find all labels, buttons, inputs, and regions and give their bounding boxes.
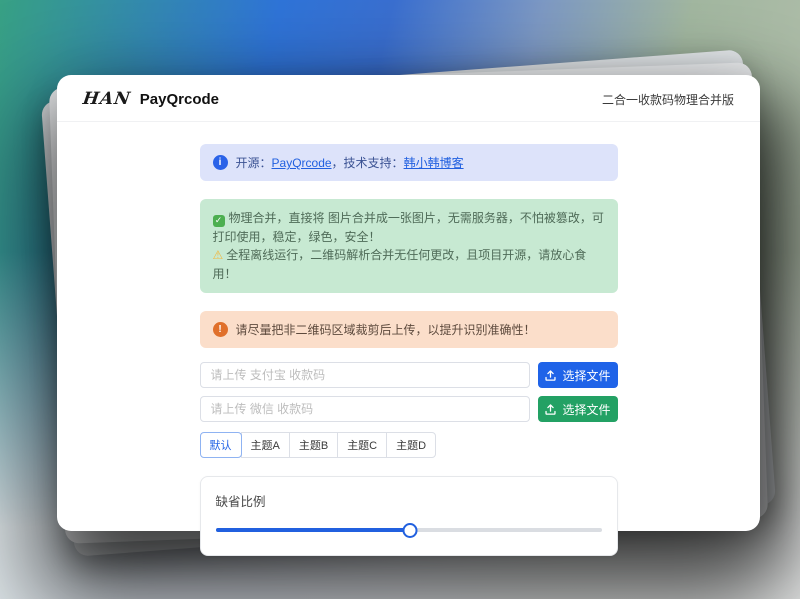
ratio-slider[interactable]	[216, 522, 602, 538]
theme-option-b[interactable]: 主题B	[289, 432, 338, 458]
alipay-qrcode-input[interactable]	[200, 362, 530, 388]
info-alert-text: 开源：PayQrcode，技术支持：韩小韩博客	[236, 154, 464, 171]
info-text-middle: ，技术支持：	[332, 156, 404, 170]
slider-thumb[interactable]	[403, 523, 418, 538]
warning-alert-text: 请尽量把非二维码区域裁剪后上传，以提升识别准确性！	[236, 321, 536, 338]
alipay-upload-row: 选择文件	[200, 362, 618, 388]
upload-icon	[544, 403, 557, 416]
content-column: i 开源：PayQrcode，技术支持：韩小韩博客 ✓物理合并，直接将 图片合并…	[200, 122, 618, 556]
info-text-prefix: 开源：	[236, 156, 272, 170]
theme-option-c[interactable]: 主题C	[337, 432, 387, 458]
info-alert: i 开源：PayQrcode，技术支持：韩小韩博客	[200, 144, 618, 181]
success-alert: ✓物理合并，直接将 图片合并成一张图片，无需服务器，不怕被篡改，可打印使用，稳定…	[200, 199, 618, 293]
choose-file-label: 选择文件	[562, 401, 610, 418]
brand: HAN PayQrcode	[83, 89, 219, 109]
app-title: PayQrcode	[140, 91, 219, 108]
success-text-1: 物理合并，直接将 图片合并成一张图片，无需服务器，不怕被篡改，可打印使用，稳定，…	[213, 211, 604, 244]
exclamation-icon: !	[213, 322, 228, 337]
success-line-1: ✓物理合并，直接将 图片合并成一张图片，无需服务器，不怕被篡改，可打印使用，稳定…	[213, 209, 605, 246]
check-icon: ✓	[213, 215, 225, 227]
warning-alert: ! 请尽量把非二维码区域裁剪后上传，以提升识别准确性！	[200, 311, 618, 348]
theme-option-a[interactable]: 主题A	[241, 432, 290, 458]
warning-triangle-icon: ⚠	[213, 248, 224, 262]
choose-file-label: 选择文件	[562, 367, 610, 384]
alipay-choose-file-button[interactable]: 选择文件	[538, 362, 618, 388]
han-logo: HAN	[82, 89, 133, 109]
wechat-choose-file-button[interactable]: 选择文件	[538, 396, 618, 422]
success-text-2: 全程离线运行，二维码解析合并无任何更改，且项目开源，请放心食用！	[213, 248, 587, 281]
ratio-label: 缺省比例	[216, 491, 605, 510]
theme-selector: 默认 主题A 主题B 主题C 主题D	[200, 432, 618, 458]
hanxiaohan-blog-link[interactable]: 韩小韩博客	[404, 156, 464, 170]
header: HAN PayQrcode 二合一收款码物理合并版	[57, 75, 760, 122]
theme-option-d[interactable]: 主题D	[386, 432, 436, 458]
edition-badge: 二合一收款码物理合并版	[602, 91, 734, 108]
payqrcode-link[interactable]: PayQrcode	[272, 156, 332, 170]
ratio-panel: 缺省比例	[200, 476, 618, 556]
wechat-qrcode-input[interactable]	[200, 396, 530, 422]
upload-icon	[544, 369, 557, 382]
stacked-card-stage: HAN PayQrcode 二合一收款码物理合并版 i 开源：PayQrcode…	[57, 75, 760, 531]
info-icon: i	[213, 155, 228, 170]
theme-option-default[interactable]: 默认	[200, 432, 242, 458]
wechat-upload-row: 选择文件	[200, 396, 618, 422]
success-line-2: ⚠全程离线运行，二维码解析合并无任何更改，且项目开源，请放心食用！	[213, 246, 605, 283]
slider-fill	[216, 528, 411, 532]
main-card: HAN PayQrcode 二合一收款码物理合并版 i 开源：PayQrcode…	[57, 75, 760, 531]
